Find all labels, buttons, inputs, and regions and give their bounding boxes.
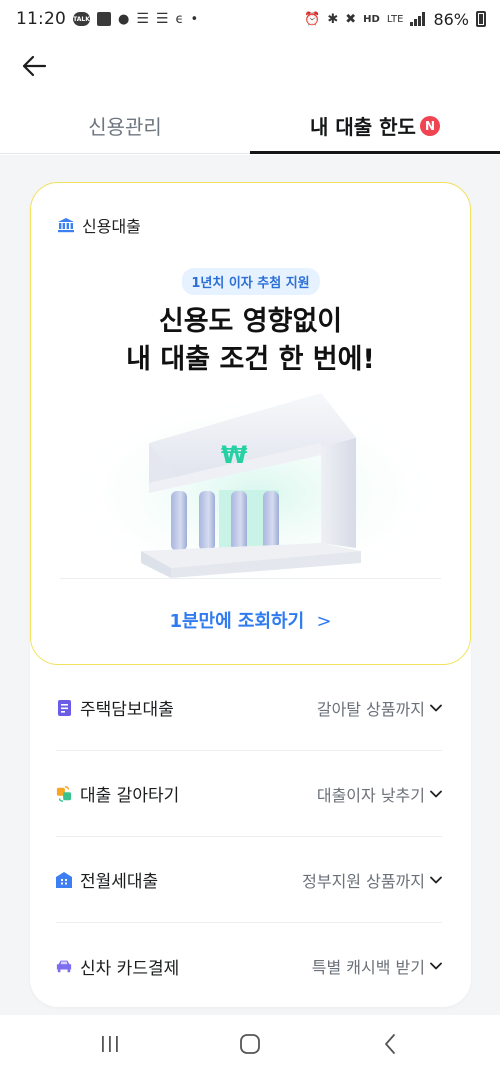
- list-item-label: 대출 갈아타기: [80, 786, 180, 806]
- inquire-button[interactable]: 1분만에 조회하기 >: [31, 607, 470, 633]
- status-bar: 11:20 TALK ● ☰ ☰ ϵ • ⏰ ✱ ✖ HD LTE 86%: [0, 0, 500, 38]
- list-item-label: 주택담보대출: [80, 700, 174, 720]
- bluetooth-icon: ✱: [327, 11, 339, 27]
- signal-icon: [410, 12, 426, 26]
- category-label: 신용대출: [82, 217, 141, 236]
- list-notification-icon-2: ☰: [155, 11, 169, 27]
- promo-pill: 1년치 이자 추첨 지원: [181, 268, 320, 295]
- list-item-right: 정부지원 상품까지: [302, 868, 442, 892]
- loan-product-list: 주택담보대출 갈아탈 상품까지 대출 갈아타기 대출이자 낮추기 전월세대출 정…: [56, 665, 442, 1009]
- lte-icon: LTE: [386, 13, 404, 25]
- status-time: 11:20: [16, 9, 66, 29]
- back-button[interactable]: [18, 50, 50, 82]
- battery-percent: 86%: [433, 9, 469, 29]
- list-item-mortgage[interactable]: 주택담보대출 갈아탈 상품까지: [56, 665, 442, 751]
- list-item-new-car[interactable]: 신차 카드결제 특별 캐시백 받기: [56, 923, 442, 1009]
- tab-my-loan-limit[interactable]: 내 대출 한도 N: [250, 98, 500, 154]
- app-notification-icon: [97, 12, 111, 26]
- inquire-button-label: 1분만에 조회하기: [169, 611, 305, 632]
- list-item-left: 전월세대출: [56, 867, 158, 892]
- list-item-label: 신차 카드결제: [80, 958, 180, 979]
- app-notification-icon-2: ϵ: [175, 11, 184, 27]
- bank-building-illustration: ₩: [66, 383, 446, 583]
- more-notifications-dot-icon: •: [190, 11, 199, 27]
- list-notification-icon: ☰: [136, 11, 149, 27]
- refresh-icon: [56, 785, 72, 802]
- status-left: 11:20 TALK ● ☰ ☰ ϵ •: [16, 9, 198, 29]
- list-item-right: 갈아탈 상품까지: [317, 696, 442, 720]
- hero-title-line1: 신용도 영향없이: [158, 306, 343, 337]
- list-item-left: 신차 카드결제: [56, 954, 179, 979]
- svg-text:₩: ₩: [221, 441, 248, 469]
- new-badge: N: [419, 115, 440, 136]
- chevron-down-icon: [430, 790, 442, 797]
- recent-apps-button[interactable]: [80, 1024, 140, 1064]
- list-item-label: 전월세대출: [80, 872, 159, 892]
- list-item-refinance[interactable]: 대출 갈아타기 대출이자 낮추기: [56, 751, 442, 837]
- mute-icon: ✖: [345, 11, 357, 27]
- list-item-action: 대출이자 낮추기: [316, 785, 425, 805]
- credit-loan-hero[interactable]: 신용대출 1년치 이자 추첨 지원 신용도 영향없이 내 대출 조건 한 번에!: [30, 182, 471, 665]
- bank-icon: [58, 218, 74, 233]
- hero-divider: [60, 578, 441, 579]
- tab-credit-management[interactable]: 신용관리: [0, 98, 250, 153]
- list-item-jeonse[interactable]: 전월세대출 정부지원 상품까지: [56, 837, 442, 923]
- document-icon: [56, 699, 72, 716]
- hd-voice-icon: HD: [363, 13, 380, 25]
- alarm-icon: ⏰: [304, 11, 321, 27]
- hero-title: 신용도 영향없이 내 대출 조건 한 번에!: [31, 303, 470, 379]
- arrow-left-icon: [22, 55, 47, 77]
- status-right: ⏰ ✱ ✖ HD LTE 86%: [304, 10, 486, 29]
- tab-label: 내 대출 한도: [310, 115, 416, 139]
- list-item-action: 특별 캐시백 받기: [311, 958, 425, 977]
- chat-icon: ●: [118, 11, 130, 27]
- system-navigation-bar: [0, 1015, 500, 1072]
- chevron-left-icon: [385, 1033, 395, 1054]
- list-item-action: 갈아탈 상품까지: [316, 699, 425, 719]
- list-item-left: 대출 갈아타기: [56, 781, 179, 806]
- chevron-right-icon: >: [316, 611, 332, 632]
- tab-bar: 신용관리 내 대출 한도 N: [0, 98, 500, 154]
- battery-icon: [476, 11, 486, 27]
- car-icon: [56, 958, 72, 974]
- home-icon: [240, 1033, 260, 1054]
- chevron-down-icon: [430, 704, 442, 711]
- chevron-down-icon: [430, 876, 442, 883]
- list-item-right: 특별 캐시백 받기: [312, 954, 442, 978]
- list-item-right: 대출이자 낮추기: [317, 782, 442, 806]
- recent-apps-icon: [102, 1035, 118, 1052]
- building-icon: [56, 871, 72, 888]
- list-item-left: 주택담보대출: [56, 695, 174, 720]
- chevron-down-icon: [430, 962, 442, 970]
- home-button[interactable]: [220, 1024, 280, 1064]
- tab-label: 신용관리: [88, 115, 162, 139]
- list-item-action: 정부지원 상품까지: [302, 871, 425, 891]
- kakaotalk-icon: TALK: [73, 12, 90, 26]
- hero-header: 신용대출: [57, 213, 141, 237]
- system-back-button[interactable]: [360, 1024, 420, 1064]
